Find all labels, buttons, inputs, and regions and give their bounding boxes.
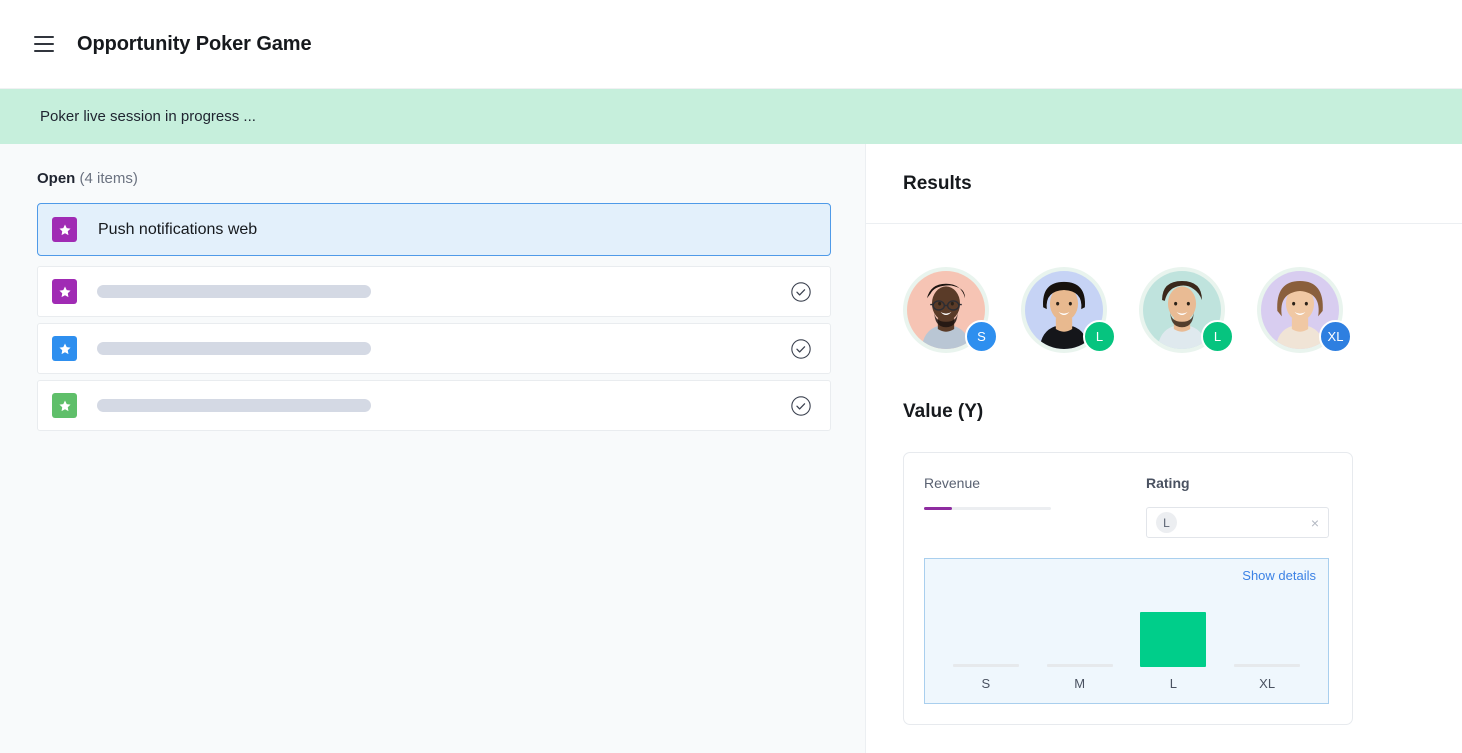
open-items-pane: Open (4 items) Push notifications web — [0, 144, 866, 753]
live-session-banner: Poker live session in progress ... — [0, 89, 1462, 144]
revenue-label: Revenue — [924, 475, 981, 491]
bar-chart-x-axis: S M L XL — [939, 676, 1314, 691]
check-circle-icon[interactable] — [790, 281, 812, 303]
bar[interactable] — [1140, 612, 1207, 667]
avatar[interactable]: L — [1139, 267, 1234, 353]
body-split: Open (4 items) Push notifications web Re… — [0, 144, 1462, 753]
bar-slot — [1140, 589, 1207, 667]
list-item[interactable] — [37, 380, 831, 431]
avatar-size-badge: L — [1083, 320, 1116, 353]
bar-slot — [952, 589, 1019, 667]
avatar-size-badge: XL — [1319, 320, 1352, 353]
results-pane: Results S L L XL Value (Y) Revenue Rating L… — [866, 144, 1462, 753]
x-axis-tick-label: M — [1074, 676, 1086, 691]
bar-slot — [1234, 589, 1301, 667]
check-circle-icon[interactable] — [790, 395, 812, 417]
star-icon — [52, 217, 77, 242]
participants-row: S L L XL — [866, 224, 1462, 353]
revenue-progress-track — [924, 507, 1051, 510]
open-section-count: (4 items) — [79, 170, 138, 187]
avatar-size-badge: L — [1201, 320, 1234, 353]
rating-label: Rating — [1146, 475, 1190, 491]
star-icon — [52, 336, 77, 361]
open-items-list: Push notifications web — [37, 203, 831, 431]
hamburger-icon[interactable] — [34, 32, 58, 56]
open-section-label: Open — [37, 170, 76, 187]
open-section-header: Open (4 items) — [37, 170, 831, 187]
x-axis-tick-label: S — [981, 676, 991, 691]
list-item-label: Push notifications web — [98, 220, 258, 238]
star-icon — [52, 279, 77, 304]
x-axis-tick-label: L — [1169, 676, 1177, 691]
placeholder-bar — [97, 342, 371, 355]
revenue-progress-fill — [924, 507, 952, 510]
page-title: Opportunity Poker Game — [77, 32, 312, 55]
avatar[interactable]: XL — [1257, 267, 1352, 353]
bar[interactable] — [952, 664, 1019, 667]
value-card-controls: Revenue Rating L × — [924, 475, 1329, 538]
placeholder-bar — [97, 285, 371, 298]
check-circle-icon[interactable] — [790, 338, 812, 360]
app-header: Opportunity Poker Game — [0, 0, 1462, 89]
star-icon — [52, 393, 77, 418]
revenue-column: Revenue — [924, 475, 1146, 538]
value-section-title: Value (Y) — [903, 401, 984, 422]
list-item[interactable] — [37, 266, 831, 317]
x-axis-tick-label: XL — [1259, 676, 1276, 691]
live-session-text: Poker live session in progress ... — [40, 108, 256, 125]
avatar-size-badge: S — [965, 320, 998, 353]
list-item-selected[interactable]: Push notifications web — [37, 203, 831, 256]
bar[interactable] — [1046, 664, 1113, 667]
value-bar-chart-panel: Show details S M L XL — [924, 558, 1329, 704]
bar-chart-plot-area — [939, 589, 1314, 667]
bar[interactable] — [1234, 664, 1301, 667]
clear-icon[interactable]: × — [1311, 516, 1319, 530]
results-title: Results — [903, 172, 972, 194]
placeholder-bar — [97, 399, 371, 412]
rating-input[interactable]: L × — [1146, 507, 1329, 538]
bar-slot — [1046, 589, 1113, 667]
rating-column: Rating L × — [1146, 475, 1329, 538]
rating-chip[interactable]: L — [1156, 512, 1177, 533]
value-card: Revenue Rating L × Show details S M L XL — [903, 452, 1353, 725]
avatar[interactable]: S — [903, 267, 998, 353]
results-header: Results — [866, 144, 1462, 224]
show-details-link[interactable]: Show details — [937, 568, 1316, 583]
list-item[interactable] — [37, 323, 831, 374]
avatar[interactable]: L — [1021, 267, 1116, 353]
